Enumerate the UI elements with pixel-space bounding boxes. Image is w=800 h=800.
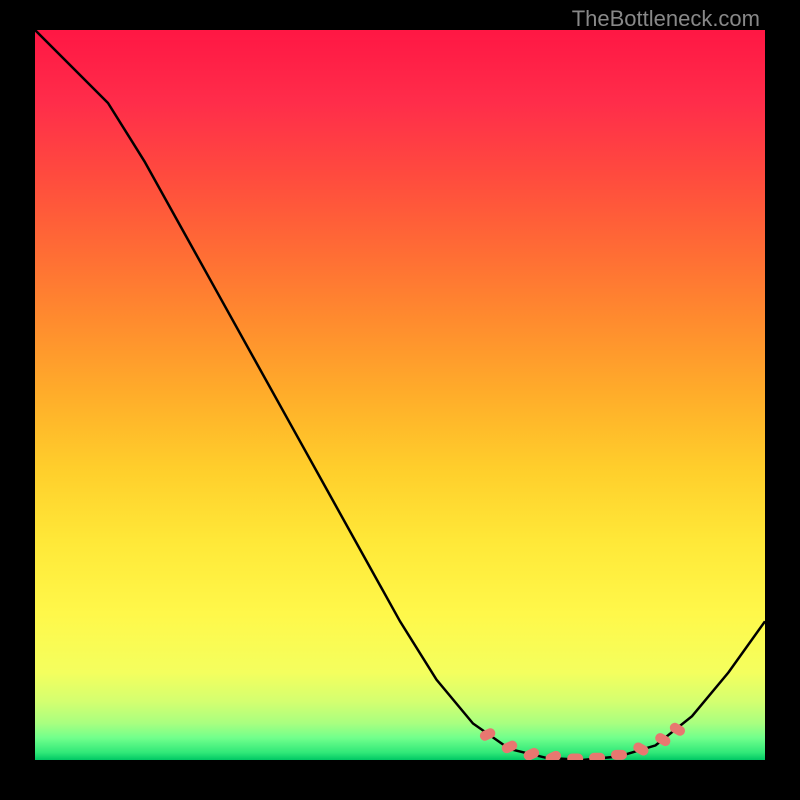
curve-marker	[567, 754, 583, 761]
curve-marker	[500, 739, 519, 755]
chart-plot-area	[35, 30, 765, 760]
curve-marker	[522, 746, 541, 760]
bottleneck-curve	[35, 30, 765, 760]
curve-marker	[631, 741, 650, 758]
curve-marker	[544, 749, 563, 760]
curve-marker	[611, 750, 627, 760]
curve-marker	[589, 753, 605, 760]
watermark-text: TheBottleneck.com	[572, 6, 760, 32]
